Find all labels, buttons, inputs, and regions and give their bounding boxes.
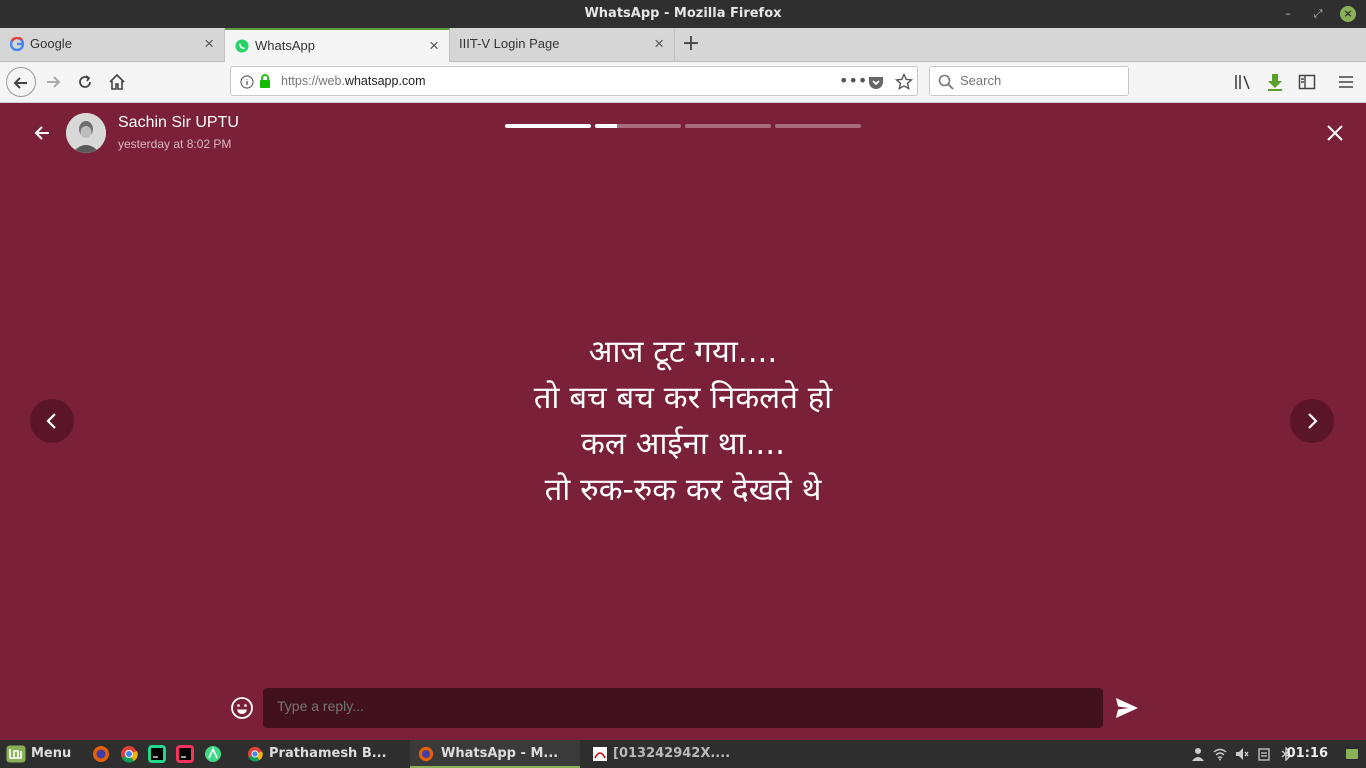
search-input[interactable] xyxy=(960,73,1120,88)
minimize-button[interactable]: – xyxy=(1280,6,1296,22)
status-line: तो रुक-रुक कर देखते थे xyxy=(544,472,822,508)
emoji-icon[interactable] xyxy=(230,696,254,720)
volume-muted-icon[interactable] xyxy=(1235,747,1249,761)
tab-google[interactable]: Google × xyxy=(0,28,225,62)
taskbar-window-label: Prathamesh B... xyxy=(269,746,387,761)
pycharm-launcher-icon[interactable] xyxy=(148,745,166,763)
tab-whatsapp[interactable]: WhatsApp × xyxy=(225,28,450,62)
status-progress-segment xyxy=(685,124,771,128)
avatar[interactable] xyxy=(66,113,106,153)
firefox-icon xyxy=(418,746,434,762)
user-icon[interactable] xyxy=(1191,747,1205,761)
chrome-icon xyxy=(247,746,263,762)
taskbar: Menu Prathamesh B... WhatsApp - M... [01… xyxy=(0,740,1366,768)
navigation-bar: https://web.whatsapp.com ••• xyxy=(0,62,1366,103)
taskbar-window-chrome[interactable]: Prathamesh B... xyxy=(240,740,402,768)
menu-label: Menu xyxy=(31,746,72,761)
contact-name: Sachin Sir UPTU xyxy=(118,114,239,131)
url-bar[interactable]: https://web.whatsapp.com ••• xyxy=(230,66,918,96)
search-icon xyxy=(938,74,954,90)
back-arrow-icon[interactable] xyxy=(32,123,52,143)
progress-fill xyxy=(595,124,617,128)
reply-box[interactable] xyxy=(263,688,1103,728)
status-viewer: Sachin Sir UPTU yesterday at 8:02 PM आज … xyxy=(0,103,1366,740)
window-title: WhatsApp - Mozilla Firefox xyxy=(584,6,782,21)
sidebar-icon[interactable] xyxy=(1298,73,1316,91)
back-arrow-icon xyxy=(13,77,27,89)
search-bar[interactable] xyxy=(929,66,1129,96)
hamburger-menu-icon[interactable] xyxy=(1337,73,1355,91)
bookmark-star-icon[interactable] xyxy=(895,73,913,91)
status-timestamp: yesterday at 8:02 PM xyxy=(118,137,232,151)
tab-label: IIIT-V Login Page xyxy=(459,36,560,51)
forward-button[interactable] xyxy=(38,67,68,97)
reload-icon xyxy=(79,75,91,88)
progress-fill xyxy=(505,124,591,128)
tab-label: WhatsApp xyxy=(255,38,315,53)
wifi-icon[interactable] xyxy=(1213,747,1227,761)
pocket-icon[interactable] xyxy=(868,74,884,90)
send-icon[interactable] xyxy=(1115,697,1139,719)
info-icon[interactable] xyxy=(240,75,254,89)
close-tab-icon[interactable]: × xyxy=(429,36,439,56)
clock[interactable]: 01:16 xyxy=(1287,740,1328,768)
status-text: आज टूट गया.... तो बच बच कर निकलते हो कल … xyxy=(383,329,983,513)
library-icon[interactable] xyxy=(1234,73,1252,91)
new-tab-button[interactable]: + xyxy=(680,28,702,62)
previous-status-button[interactable] xyxy=(30,399,74,443)
close-window-button[interactable]: × xyxy=(1340,6,1356,22)
android-studio-launcher-icon[interactable] xyxy=(204,745,222,763)
url-text: https://web.whatsapp.com xyxy=(281,74,426,88)
whatsapp-icon xyxy=(235,39,249,53)
intellij-launcher-icon[interactable] xyxy=(176,745,194,763)
show-desktop-icon[interactable] xyxy=(1345,747,1359,761)
tab-strip: Google × WhatsApp × IIIT-V Login Page × … xyxy=(0,28,1366,62)
download-icon[interactable] xyxy=(1266,73,1284,91)
forward-arrow-icon xyxy=(47,76,61,88)
status-progress-segment xyxy=(595,124,681,128)
maximize-button[interactable]: ⤢ xyxy=(1310,6,1326,22)
close-icon[interactable] xyxy=(1325,123,1345,143)
status-line: आज टूट गया.... xyxy=(588,334,778,370)
tab-iiitv-login[interactable]: IIIT-V Login Page × xyxy=(450,28,675,62)
lock-icon xyxy=(260,74,270,88)
url-domain: whatsapp.com xyxy=(344,74,426,88)
taskbar-window-pdf[interactable]: [013242942X.... xyxy=(584,740,746,768)
taskbar-window-firefox[interactable]: WhatsApp - M... xyxy=(410,740,580,768)
firefox-launcher-icon[interactable] xyxy=(92,745,110,763)
page-actions-icon[interactable]: ••• xyxy=(839,71,867,90)
chevron-right-icon xyxy=(1308,413,1318,429)
back-button[interactable] xyxy=(6,67,36,97)
taskbar-window-label: [013242942X.... xyxy=(613,746,731,761)
taskbar-window-label: WhatsApp - M... xyxy=(441,746,559,761)
close-tab-icon[interactable]: × xyxy=(654,34,664,54)
window-titlebar: WhatsApp - Mozilla Firefox – ⤢ × xyxy=(0,0,1366,28)
home-icon xyxy=(109,73,125,90)
home-button[interactable] xyxy=(102,67,132,97)
linux-mint-logo-icon xyxy=(6,745,26,763)
clipboard-icon[interactable] xyxy=(1257,747,1271,761)
status-line: तो बच बच कर निकलते हो xyxy=(533,380,833,416)
reload-button[interactable] xyxy=(70,67,100,97)
next-status-button[interactable] xyxy=(1290,399,1334,443)
chevron-left-icon xyxy=(46,413,56,429)
status-progress-segment xyxy=(775,124,861,128)
status-progress-segment xyxy=(505,124,591,128)
url-prefix: https://web. xyxy=(281,74,345,88)
tab-label: Google xyxy=(30,36,72,51)
google-icon xyxy=(10,37,24,51)
reply-input[interactable] xyxy=(277,698,1077,714)
contact-photo-icon xyxy=(66,113,106,153)
chrome-launcher-icon[interactable] xyxy=(120,745,138,763)
status-line: कल आईना था.... xyxy=(581,426,785,462)
close-tab-icon[interactable]: × xyxy=(204,34,214,54)
pdf-icon xyxy=(593,747,607,761)
